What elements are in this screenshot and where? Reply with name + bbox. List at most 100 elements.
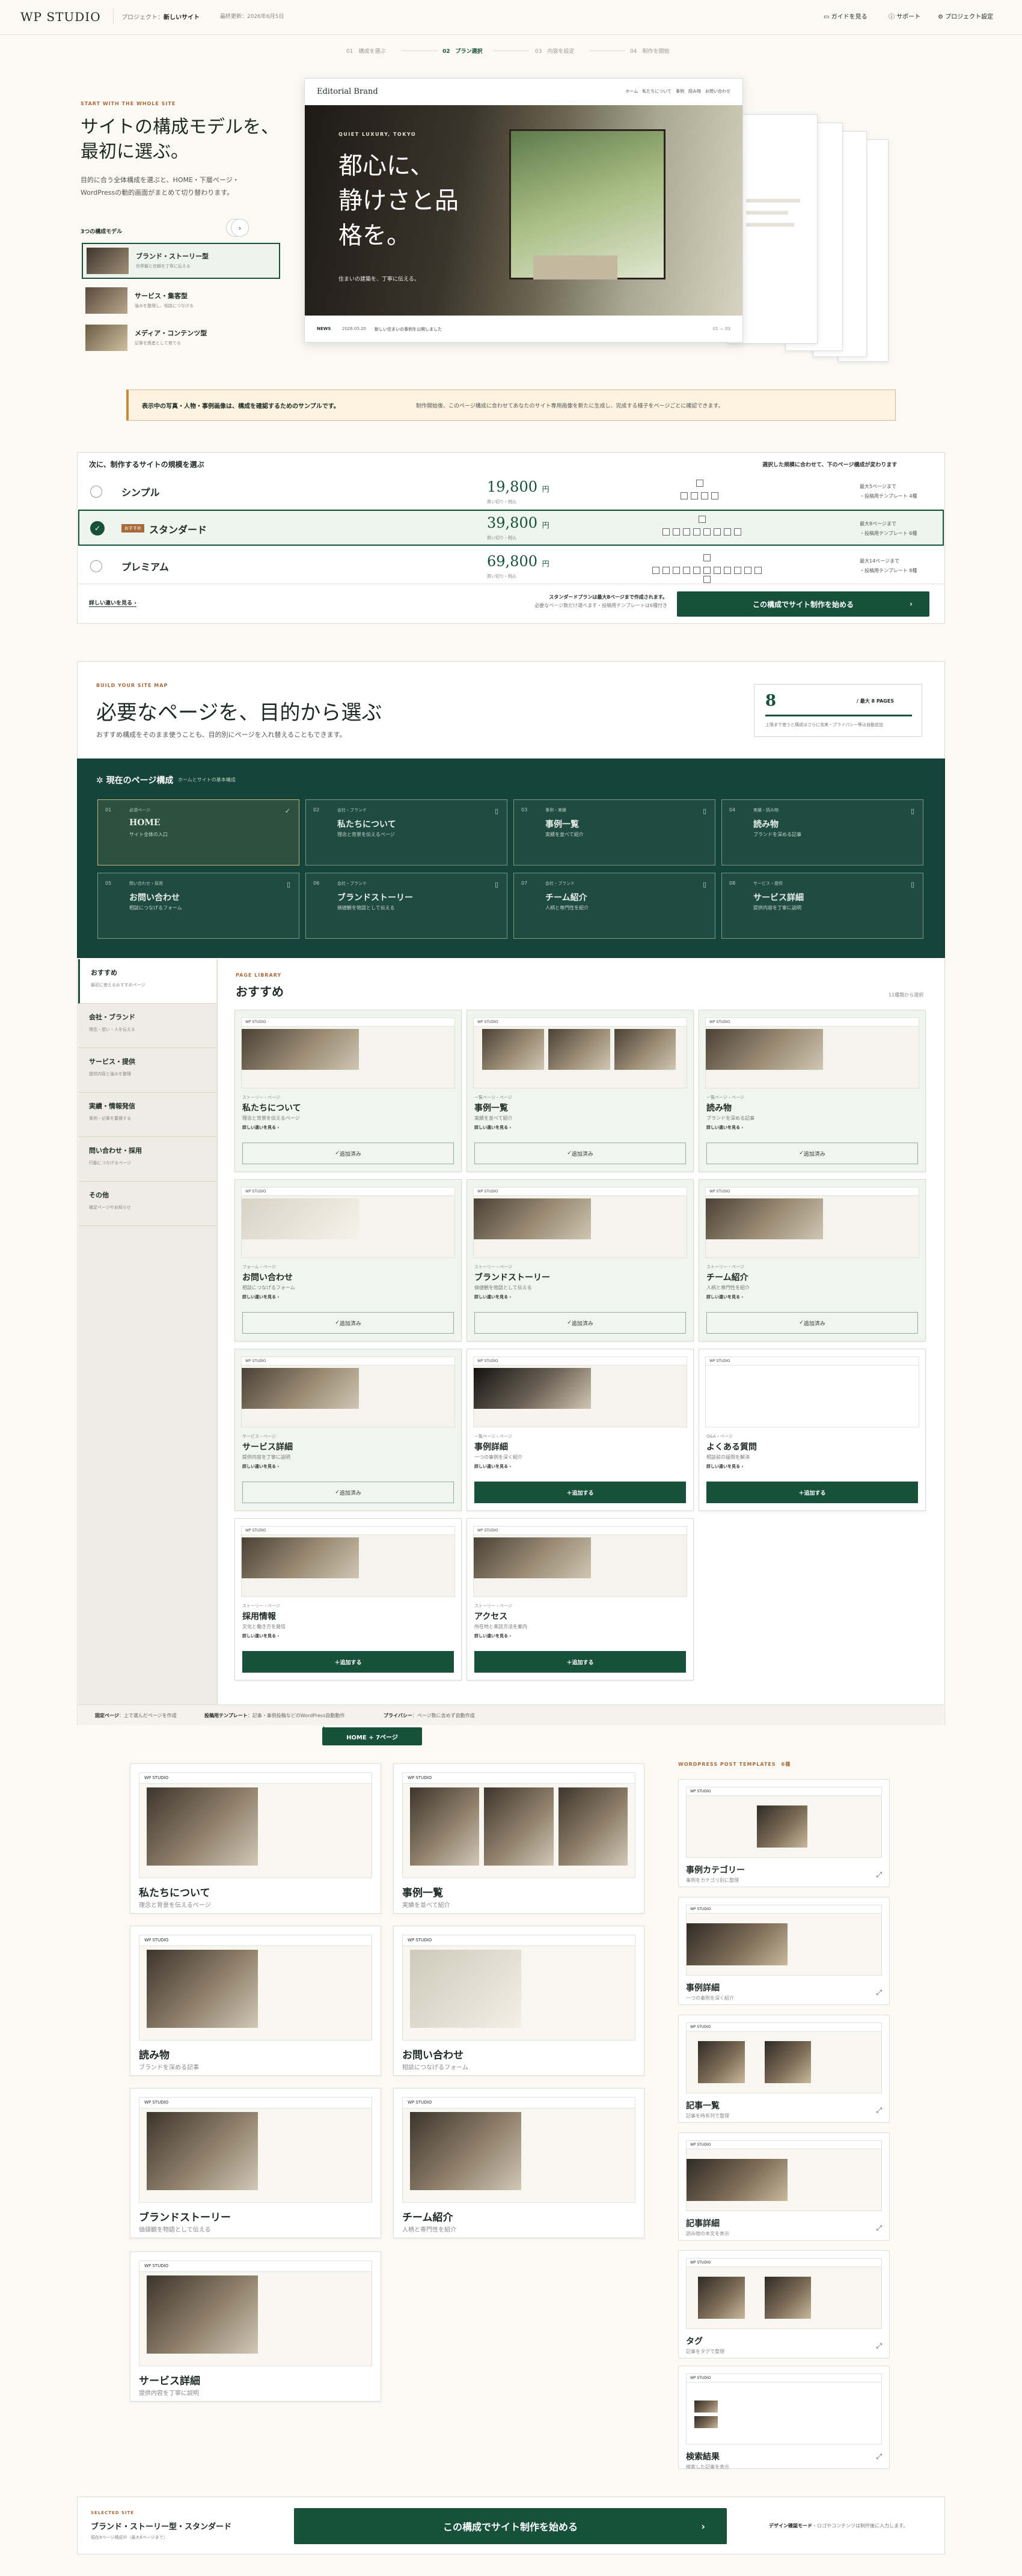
wp-template-card[interactable]: WP STUDIO 検索結果 検索した記事を表示 ⤢: [678, 2366, 890, 2470]
radio[interactable]: [90, 560, 102, 572]
wp-template-card[interactable]: WP STUDIO タグ 記事をタグで整理 ⤢: [678, 2250, 890, 2358]
page-square: [673, 528, 680, 536]
wp-template-card[interactable]: WP STUDIO 記事一覧 記事を時系列で整理 ⤢: [678, 2015, 890, 2123]
library-card[interactable]: WP STUDIO Q&A・ページ よくある質問 相談前の疑問を解消 詳しい違いを見る …: [699, 1349, 926, 1511]
library-card[interactable]: WP STUDIO 一覧ページ・ページ 事例一覧 実績を並べて紹介 詳しい違いを見る ›…: [467, 1010, 694, 1172]
expand-icon[interactable]: ⤢: [876, 1988, 882, 1997]
trash-icon[interactable]: ▯: [495, 807, 498, 815]
expand-icon[interactable]: ⤢: [876, 2106, 882, 2115]
sitemap-card[interactable]: WP STUDIO チーム紹介 人柄と専門性を紹介: [393, 2088, 644, 2238]
hero-preview[interactable]: Editorial Brand ホーム 私たちについて 事例 読み物 お問い合わ…: [304, 78, 743, 343]
model-card-service[interactable]: サービス・集客型 強みを整理し、相談につなげる: [82, 285, 280, 317]
logo[interactable]: WP STUDIO: [20, 10, 101, 24]
sitemap-card[interactable]: WP STUDIO 私たちについて 理念と背景を伝えるページ: [130, 1763, 381, 1914]
trash-icon[interactable]: ▯: [703, 881, 706, 888]
plan-note: 選択した規模に合わせて、下のページ構成が変わります: [762, 462, 898, 468]
step-4[interactable]: 04 制作を開始: [630, 47, 669, 55]
gear-icon: ⚙: [938, 14, 946, 20]
config-card[interactable]: 05 問い合わせ・採用 お問い合わせ 相談につなげるフォーム ▯: [97, 873, 299, 939]
step-3[interactable]: 03 内容を設定: [535, 47, 574, 55]
added-button[interactable]: ✓ 追加済み: [242, 1312, 454, 1334]
plan-row-standard[interactable]: ✓ おすすめ スタンダード 39,800 円 買い切り・税込 最大8ページまで …: [78, 510, 944, 546]
model-card-media[interactable]: メディア・コンテンツ型 記事を資産として育てる: [82, 322, 280, 355]
expand-icon[interactable]: ⤢: [876, 1870, 882, 1879]
nav-recommended[interactable]: おすすめ 最初に使えるおすすめページ: [78, 959, 216, 1004]
added-button[interactable]: ✓ 追加済み: [242, 1143, 454, 1164]
step-2[interactable]: 02 プラン選択: [442, 47, 483, 55]
sitemap-card[interactable]: WP STUDIO サービス詳細 提供内容を丁寧に説明: [130, 2251, 381, 2402]
project-name: 新しいサイト: [164, 14, 200, 21]
wp-template-card[interactable]: WP STUDIO 事例詳細 一つの事例を深く紹介 ⤢: [678, 1897, 890, 2005]
config-card-home[interactable]: 01 必須ページ HOME サイト全体の入口 ✓: [97, 799, 299, 865]
plan-start-button[interactable]: この構成でサイト制作を始める ›: [677, 591, 929, 617]
wp-template-card[interactable]: WP STUDIO 事例カテゴリー 事例をカテゴリ別に整理 ⤢: [678, 1779, 890, 1887]
sitemap-card[interactable]: WP STUDIO ブランドストーリー 価値観を物語として伝える: [130, 2088, 381, 2238]
config-card[interactable]: 06 会社・ブランド ブランドストーリー 価値観を物語として伝える ▯: [305, 873, 507, 939]
config-card[interactable]: 07 会社・ブランド チーム紹介 人柄と専門性を紹介 ▯: [513, 873, 715, 939]
trash-icon[interactable]: ▯: [287, 881, 290, 888]
start-production-button[interactable]: この構成でサイト制作を始める ›: [294, 2508, 727, 2544]
added-button[interactable]: ✓ 追加済み: [474, 1312, 686, 1334]
next-button[interactable]: ›: [231, 219, 249, 237]
settings-link[interactable]: ⚙ プロジェクト設定: [938, 11, 993, 20]
check-icon: ✓: [284, 807, 290, 815]
library-card[interactable]: WP STUDIO フォーム・ページ お問い合わせ 相談につなげるフォーム 詳しい違いを…: [234, 1179, 462, 1341]
page-square: [672, 567, 680, 574]
plan-row-premium[interactable]: プレミアム 69,800 円 買い切り・税込 最大14ページまで ・投稿用テンプ…: [78, 547, 944, 584]
preview-brand: Editorial Brand: [317, 87, 378, 96]
nav-service[interactable]: サービス・提供 提供内容と強みを整理: [78, 1048, 216, 1093]
config-card[interactable]: 04 実績・読み物 読み物 ブランドを深める記事 ▯: [721, 799, 923, 865]
library-card[interactable]: WP STUDIO サービス・ページ サービス詳細 提供内容を丁寧に説明 詳しい違いを見…: [234, 1349, 462, 1511]
added-button[interactable]: ✓ 追加済み: [706, 1143, 918, 1164]
radio[interactable]: [90, 486, 102, 498]
sitemap-card[interactable]: WP STUDIO 読み物 ブランドを深める記事: [130, 1926, 381, 2076]
library-card[interactable]: WP STUDIO ストーリー・ページ 私たちについて 理念と背景を伝えるページ 詳しい…: [234, 1010, 462, 1172]
nav-company[interactable]: 会社・ブランド 理念・想い・人を伝える: [78, 1004, 216, 1048]
add-button[interactable]: ＋ 追加する: [242, 1651, 454, 1673]
trash-icon[interactable]: ▯: [911, 881, 914, 888]
config-card[interactable]: 03 事例・実績 事例一覧 実績を並べて紹介 ▯: [513, 799, 715, 865]
plan-detail-link[interactable]: 詳しい違いを見る ›: [89, 599, 136, 607]
wp-template-card[interactable]: WP STUDIO 記事詳細 読み物の本文を表示 ⤢: [678, 2132, 890, 2241]
added-button[interactable]: ✓ 追加済み: [242, 1482, 454, 1503]
config-card[interactable]: 02 会社・ブランド 私たちについて 理念と背景を伝えるページ ▯: [305, 799, 507, 865]
add-button[interactable]: ＋ 追加する: [474, 1651, 686, 1673]
add-button[interactable]: ＋ 追加する: [706, 1482, 918, 1503]
step-1[interactable]: 01 構成を選ぶ: [346, 47, 385, 55]
model-thumb: [87, 248, 129, 274]
nav-works[interactable]: 実績・情報発信 事例・記事を蓄積する: [78, 1093, 216, 1137]
sitemap-card[interactable]: WP STUDIO お問い合わせ 相談につなげるフォーム: [393, 1926, 644, 2076]
page-thumb: WP STUDIO: [705, 1187, 919, 1258]
footer-note-3: プライバシー：ページ数に含めず自動作成: [384, 1713, 475, 1718]
page-square: [693, 567, 700, 574]
add-button[interactable]: ＋ 追加する: [474, 1482, 686, 1503]
plan-row-simple[interactable]: シンプル 19,800 円 買い切り・税込 最大5ページまで ・投稿用テンプレー…: [78, 472, 944, 510]
plan-price: 39,800 円: [487, 514, 549, 531]
sitemap-card[interactable]: WP STUDIO 事例一覧 実績を並べて紹介: [393, 1763, 644, 1914]
support-link[interactable]: ⓘ サポート: [889, 11, 920, 20]
trash-icon[interactable]: ▯: [911, 807, 914, 815]
trash-icon[interactable]: ▯: [703, 807, 706, 815]
library-card[interactable]: WP STUDIO ストーリー・ページ ブランドストーリー 価値観を物語として伝える詳…: [467, 1179, 694, 1341]
project-label: プロジェクト：新しいサイト: [121, 14, 200, 21]
check-icon[interactable]: ✓: [90, 521, 105, 536]
library-card[interactable]: WP STUDIO ストーリー・ページ アクセス 所在地と来訪方法を案内 詳しい違いを見…: [467, 1518, 694, 1680]
model-card-brand[interactable]: ブランド・ストーリー型 世界観と信頼を丁寧に伝える: [82, 243, 280, 279]
expand-icon[interactable]: ⤢: [876, 2224, 882, 2233]
guide-link[interactable]: ▭ ガイドを見る: [824, 11, 867, 20]
page-square: [713, 567, 721, 574]
trash-icon[interactable]: ▯: [495, 881, 498, 888]
nav-contact[interactable]: 問い合わせ・採用 行動につなげるページ: [78, 1137, 216, 1182]
library-card[interactable]: WP STUDIO 一覧ページ・ページ 読み物 ブランドを深める記事 詳しい違いを見る …: [699, 1010, 926, 1172]
page-count-note: 上限まで使うと構成はさらに充実・プライバシー等は自動追加: [765, 722, 883, 727]
library-card[interactable]: WP STUDIO 一覧ページ・ページ 事例詳細 一つの事例を深く紹介 詳しい違いを見る…: [467, 1349, 694, 1511]
added-button[interactable]: ✓ 追加済み: [474, 1143, 686, 1164]
config-card[interactable]: 08 サービス・提供 サービス詳細 提供内容を丁寧に説明 ▯: [721, 873, 923, 939]
library-card[interactable]: WP STUDIO ストーリー・ページ チーム紹介 人柄と専門性を紹介 詳しい違いを見る…: [699, 1179, 926, 1341]
added-button[interactable]: ✓ 追加済み: [706, 1312, 918, 1334]
nav-other[interactable]: その他 補足ページやお知らせ: [78, 1182, 216, 1226]
page-count-total: / 最大 8 PAGES: [857, 698, 894, 704]
expand-icon[interactable]: ⤢: [876, 2342, 882, 2351]
expand-icon[interactable]: ⤢: [876, 2452, 882, 2461]
library-card[interactable]: WP STUDIO ストーリー・ページ 採用情報 文化と働き方を発信 詳しい違いを見る …: [234, 1518, 462, 1680]
